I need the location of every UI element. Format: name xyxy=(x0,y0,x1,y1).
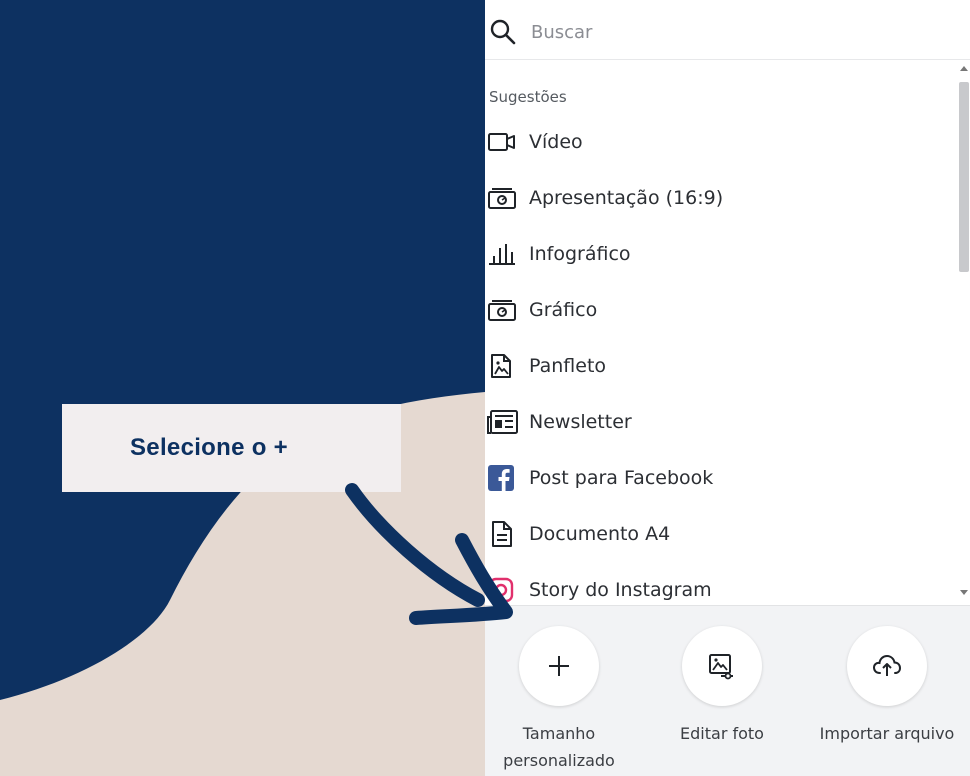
suggestion-video[interactable]: Vídeo xyxy=(485,120,955,164)
instagram-icon xyxy=(485,575,523,605)
import-file-button[interactable] xyxy=(847,626,927,706)
facebook-icon xyxy=(485,463,523,493)
suggestion-label: Newsletter xyxy=(529,411,632,433)
edit-photo-icon xyxy=(709,654,733,680)
newsletter-icon xyxy=(485,407,523,437)
edit-photo-label: Editar foto xyxy=(680,724,764,743)
suggestion-label: Story do Instagram xyxy=(529,579,712,601)
bar-chart-icon xyxy=(485,239,523,269)
custom-size-label: Tamanho personalizado xyxy=(503,724,615,770)
custom-size-action[interactable]: Tamanho personalizado xyxy=(479,626,639,774)
suggestion-infographic[interactable]: Infográfico xyxy=(485,232,955,276)
suggestion-chart[interactable]: Gráfico xyxy=(485,288,955,332)
cloud-upload-icon xyxy=(872,654,902,676)
quick-actions-bar: Tamanho personalizado Editar foto Import… xyxy=(485,605,970,776)
suggestion-label: Infográfico xyxy=(529,243,631,265)
plus-icon xyxy=(549,656,569,676)
suggestions-list: Sugestões Vídeo Apresentação (16:9) Info… xyxy=(485,60,957,605)
suggestions-title: Sugestões xyxy=(489,88,567,106)
document-icon xyxy=(485,519,523,549)
suggestion-label: Gráfico xyxy=(529,299,598,321)
edit-photo-button[interactable] xyxy=(682,626,762,706)
import-file-action[interactable]: Importar arquivo xyxy=(807,626,967,747)
instruction-text: Selecione o + xyxy=(130,434,288,461)
instruction-callout: Selecione o + xyxy=(62,404,401,492)
search-bar xyxy=(485,0,970,60)
flyer-icon xyxy=(485,351,523,381)
suggestion-presentation[interactable]: Apresentação (16:9) xyxy=(485,176,955,220)
search-input[interactable] xyxy=(529,16,933,48)
suggestion-label: Vídeo xyxy=(529,131,583,153)
suggestion-label: Panfleto xyxy=(529,355,607,377)
search-icon[interactable] xyxy=(489,18,517,46)
suggestion-label: Documento A4 xyxy=(529,523,671,545)
create-design-panel: Sugestões Vídeo Apresentação (16:9) Info… xyxy=(485,0,970,776)
scroll-up-icon[interactable] xyxy=(960,66,968,71)
presentation-icon xyxy=(485,295,523,325)
custom-size-button[interactable] xyxy=(519,626,599,706)
scroll-down-icon[interactable] xyxy=(960,590,968,595)
suggestion-label: Apresentação (16:9) xyxy=(529,187,724,209)
suggestion-facebook-post[interactable]: Post para Facebook xyxy=(485,456,955,500)
suggestion-a4-document[interactable]: Documento A4 xyxy=(485,512,955,556)
suggestion-instagram-story[interactable]: Story do Instagram xyxy=(485,568,955,605)
suggestion-flyer[interactable]: Panfleto xyxy=(485,344,955,388)
video-camera-icon xyxy=(485,127,523,157)
edit-photo-action[interactable]: Editar foto xyxy=(642,626,802,747)
suggestion-newsletter[interactable]: Newsletter xyxy=(485,400,955,444)
scrollbar-thumb[interactable] xyxy=(959,82,969,272)
presentation-icon xyxy=(485,183,523,213)
import-file-label: Importar arquivo xyxy=(819,724,955,743)
suggestion-label: Post para Facebook xyxy=(529,467,714,489)
